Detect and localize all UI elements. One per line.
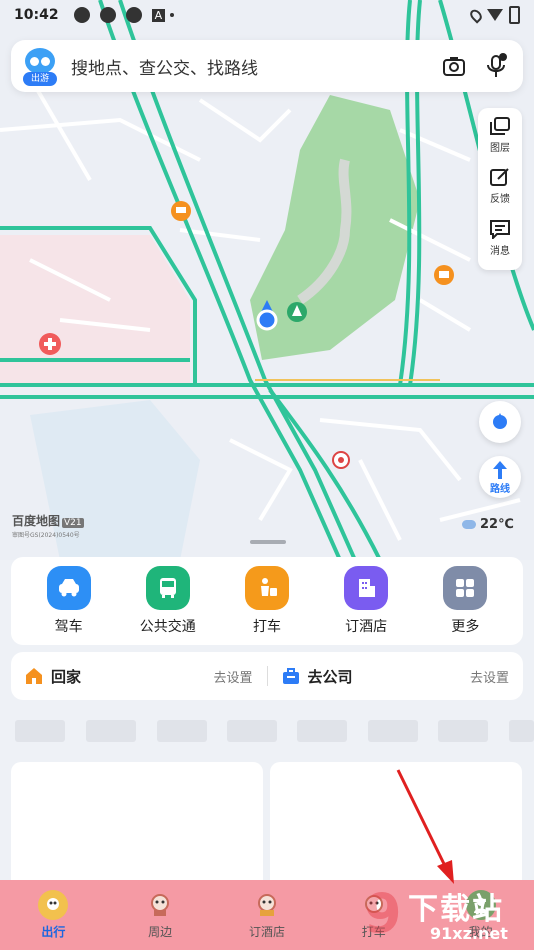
loading-placeholder (297, 720, 347, 742)
home-title: 回家 (51, 667, 82, 686)
quick-hotel[interactable]: 订酒店 (326, 566, 406, 636)
route-button[interactable]: 路线 (479, 456, 521, 498)
locate-button[interactable] (479, 401, 521, 443)
poi-food-icon[interactable] (171, 201, 191, 221)
bus-icon (145, 566, 190, 610)
car-icon (46, 566, 91, 610)
home-shortcut[interactable]: 回家 去设置 (11, 652, 267, 700)
poi-park-icon[interactable] (287, 302, 307, 322)
brand-version: V21 (62, 518, 84, 528)
loading-placeholder (438, 720, 488, 742)
home-set-link[interactable]: 去设置 (213, 667, 252, 686)
camera-icon[interactable] (439, 51, 469, 81)
loading-placeholder (509, 720, 534, 742)
brand-name: 百度地图 (12, 514, 61, 528)
wifi-icon (487, 9, 503, 21)
microphone-icon[interactable] (481, 51, 511, 81)
logo-tag: 出游 (23, 72, 57, 86)
edit-icon (490, 168, 509, 187)
quick-taxi[interactable]: 打车 (227, 566, 307, 636)
map-tools-panel: 图层 反馈 消息 (478, 108, 522, 270)
tab-nearby[interactable]: 周边 (120, 890, 200, 940)
search-input[interactable]: 搜地点、查公交、找路线 (71, 54, 427, 79)
poi-cafe-icon[interactable] (434, 265, 454, 285)
route-arrow-icon (493, 460, 507, 479)
loading-placeholder (227, 720, 277, 742)
battery-icon (509, 6, 520, 24)
drag-handle[interactable] (250, 540, 286, 544)
hotel-icon (344, 566, 389, 610)
watermark-title: 下载站 (408, 892, 504, 927)
content-card[interactable] (11, 762, 263, 892)
hotel-mascot-icon (252, 890, 282, 920)
quick-transit[interactable]: 公共交通 (128, 566, 208, 636)
quick-label: 打车 (252, 619, 281, 635)
quick-drive[interactable]: 驾车 (29, 566, 109, 636)
notification-icon (99, 7, 116, 23)
map-registration: 审图号GS(2024)0540号 (12, 532, 80, 539)
tab-label: 周边 (148, 925, 173, 939)
mascot-logo-icon[interactable]: 出游 (23, 46, 57, 86)
quick-label: 更多 (451, 619, 480, 635)
quick-actions: 驾车 公共交通 打车 订酒店 更多 (11, 557, 523, 645)
message-icon (490, 219, 510, 239)
loading-placeholder (15, 720, 65, 742)
grid-icon (443, 566, 488, 610)
watermark-url: 91xz.net (430, 924, 508, 943)
notification-icon (73, 7, 90, 23)
status-bar: 10:42 A (0, 0, 534, 30)
notification-a-icon: A (151, 8, 166, 22)
tab-hotel[interactable]: 订酒店 (227, 890, 307, 940)
quick-label: 订酒店 (345, 619, 388, 635)
briefcase-icon (282, 668, 299, 684)
temperature: 22℃ (480, 517, 514, 532)
poi-metro-icon[interactable] (332, 451, 350, 469)
dot-icon (170, 13, 175, 17)
work-shortcut[interactable]: 去公司 去设置 (268, 652, 524, 700)
weather-widget[interactable]: 22℃ (462, 517, 514, 532)
watermark-digit: 9 (364, 882, 402, 945)
content-card[interactable] (270, 762, 522, 892)
map-brand: 百度地图 V21 审图号GS(2024)0540号 (12, 510, 84, 539)
quick-label: 公共交通 (139, 619, 196, 635)
tab-label: 订酒店 (248, 925, 285, 939)
compass-icon (493, 413, 507, 429)
cloud-icon (462, 520, 476, 529)
status-time: 10:42 (14, 7, 59, 23)
loading-placeholder (368, 720, 418, 742)
search-bar[interactable]: 出游 搜地点、查公交、找路线 (11, 40, 523, 92)
travel-mascot-icon (38, 890, 69, 920)
taxi-icon (244, 566, 289, 610)
quick-more[interactable]: 更多 (425, 566, 505, 636)
tab-travel[interactable]: 出行 (13, 890, 93, 940)
loading-placeholder (157, 720, 207, 742)
messages-button[interactable]: 消息 (489, 219, 511, 270)
quick-label: 驾车 (54, 619, 83, 635)
tab-label: 出行 (41, 925, 66, 939)
home-work-row: 回家 去设置 去公司 去设置 (11, 652, 523, 700)
nearby-mascot-icon (145, 890, 175, 920)
loading-placeholder (86, 720, 136, 742)
notification-icon (125, 7, 142, 23)
hospital-area (0, 235, 190, 385)
work-title: 去公司 (307, 667, 353, 686)
layers-button[interactable]: 图层 (489, 116, 511, 167)
layers-label: 图层 (490, 143, 510, 154)
watermark: 9 下载站 91xz.net (364, 882, 508, 945)
location-icon (467, 6, 485, 24)
feedback-label: 反馈 (490, 194, 510, 206)
layers-icon (490, 117, 510, 135)
work-set-link[interactable]: 去设置 (470, 667, 509, 686)
poi-hospital-icon[interactable] (39, 333, 61, 355)
home-icon (26, 668, 42, 684)
feedback-button[interactable]: 反馈 (489, 167, 511, 218)
messages-label: 消息 (490, 245, 510, 257)
route-label: 路线 (490, 483, 510, 495)
